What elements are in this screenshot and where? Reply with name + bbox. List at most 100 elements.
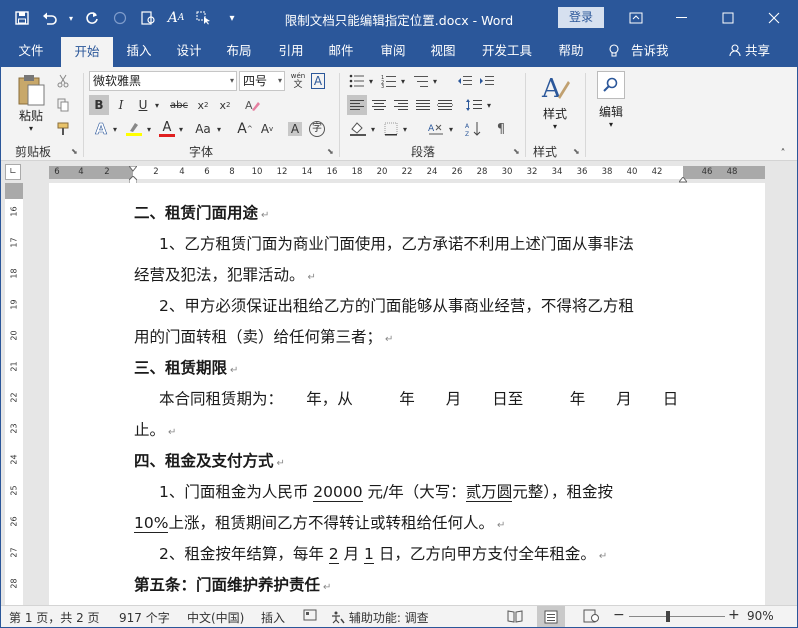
tab-review[interactable]: 审阅: [371, 35, 415, 67]
borders-dropdown-icon[interactable]: ▾: [401, 119, 409, 139]
multilevel-dropdown-icon[interactable]: ▾: [431, 71, 439, 91]
font-launcher-icon[interactable]: ⬊: [327, 147, 334, 156]
character-shading-icon[interactable]: A: [285, 119, 305, 139]
web-layout-icon[interactable]: [583, 609, 599, 626]
horizontal-ruler[interactable]: 6 4 2 2 4 6 8 10 12 14 16 18 20 22 24 26 28 30 32 34 36 38 40 4…: [49, 166, 765, 179]
line-spacing-icon[interactable]: [463, 95, 485, 115]
undo-dropdown-icon[interactable]: ▾: [67, 7, 75, 29]
line-spacing-dropdown-icon[interactable]: ▾: [485, 95, 493, 115]
styles-button[interactable]: A 样式 ▾: [533, 71, 577, 131]
print-preview-icon[interactable]: [137, 7, 159, 29]
underline-icon[interactable]: U: [133, 95, 153, 115]
undo-icon[interactable]: [39, 7, 61, 29]
read-mode-icon[interactable]: [507, 609, 523, 626]
tab-layout[interactable]: 布局: [217, 35, 261, 67]
shrink-font-icon[interactable]: Av: [257, 119, 277, 139]
shading-icon[interactable]: [347, 119, 369, 139]
editing-button[interactable]: 编辑 ▾: [591, 71, 631, 129]
page-count[interactable]: 第 1 页，共 2 页: [9, 609, 100, 626]
italic-icon[interactable]: I: [111, 95, 131, 115]
sort-icon[interactable]: AZ: [463, 119, 485, 139]
tab-mailings[interactable]: 邮件: [319, 35, 363, 67]
cut-icon[interactable]: [55, 71, 71, 91]
character-border-icon[interactable]: A: [309, 71, 327, 91]
zoom-level[interactable]: 90%: [747, 609, 774, 623]
numbering-icon[interactable]: 123: [379, 71, 399, 91]
text-effects-icon[interactable]: A: [91, 119, 111, 139]
ribbon-display-options-icon[interactable]: [613, 1, 659, 35]
zoom-in-icon[interactable]: +: [728, 607, 740, 623]
chinese-layout-dropdown-icon[interactable]: ▾: [447, 119, 455, 139]
tab-view[interactable]: 视图: [421, 35, 465, 67]
zoom-out-icon[interactable]: −: [613, 607, 625, 623]
font-color-icon[interactable]: A: [157, 119, 177, 139]
document-page[interactable]: 二、租赁门面用途 ↵ 1、乙方租赁门面为商业门面使用，乙方承诺不利用上述门面从事非…: [49, 183, 765, 605]
phonetic-guide-icon[interactable]: wén 文: [289, 71, 307, 91]
numbering-dropdown-icon[interactable]: ▾: [399, 71, 407, 91]
vertical-scrollbar[interactable]: [781, 183, 797, 605]
underline-dropdown-icon[interactable]: ▾: [153, 95, 161, 115]
tab-file[interactable]: 文件: [7, 35, 55, 67]
tab-help[interactable]: 帮助: [549, 35, 593, 67]
paragraph-launcher-icon[interactable]: ⬊: [513, 147, 520, 156]
paste-dropdown-icon[interactable]: ▾: [11, 124, 51, 133]
collapse-ribbon-icon[interactable]: ˄: [775, 143, 791, 163]
close-icon[interactable]: [751, 1, 797, 35]
font-name-combo[interactable]: 微软雅黑 ▾: [89, 71, 237, 91]
grow-font-icon[interactable]: A ^: [235, 119, 255, 139]
font-color-dropdown-icon[interactable]: ▾: [177, 119, 185, 139]
format-painter-icon[interactable]: [55, 119, 71, 139]
distributed-icon[interactable]: [435, 95, 455, 115]
zoom-slider[interactable]: [629, 616, 725, 617]
align-left-icon[interactable]: [347, 95, 367, 115]
enclose-characters-icon[interactable]: 字: [307, 119, 327, 139]
tab-insert[interactable]: 插入: [117, 35, 161, 67]
accessibility-status[interactable]: 辅助功能: 调查: [331, 609, 429, 626]
highlight-dropdown-icon[interactable]: ▾: [145, 119, 153, 139]
tab-selector[interactable]: ∟: [5, 164, 21, 180]
multilevel-list-icon[interactable]: [411, 71, 431, 91]
tab-home[interactable]: 开始: [61, 37, 113, 67]
font-size-combo[interactable]: 四号 ▾: [239, 71, 285, 91]
maximize-icon[interactable]: [705, 1, 751, 35]
share-button[interactable]: 共享: [729, 35, 770, 67]
align-right-icon[interactable]: [391, 95, 411, 115]
change-case-dropdown-icon[interactable]: ▾: [215, 119, 223, 139]
language[interactable]: 中文(中国): [187, 609, 244, 626]
justify-icon[interactable]: [413, 95, 433, 115]
increase-indent-icon[interactable]: [477, 71, 497, 91]
text-effects-dropdown-icon[interactable]: ▾: [111, 119, 119, 139]
font-format-icon[interactable]: AA: [165, 7, 187, 29]
borders-icon[interactable]: [381, 119, 401, 139]
shading-dropdown-icon[interactable]: ▾: [369, 119, 377, 139]
tab-design[interactable]: 设计: [167, 35, 211, 67]
redo-icon[interactable]: [81, 7, 103, 29]
chinese-layout-icon[interactable]: A: [425, 119, 447, 139]
strikethrough-icon[interactable]: abc: [167, 95, 191, 115]
clear-formatting-icon[interactable]: A: [241, 95, 263, 115]
login-button[interactable]: 登录: [558, 7, 604, 28]
zoom-slider-thumb[interactable]: [666, 611, 670, 622]
tell-me-search[interactable]: 告诉我: [609, 35, 669, 67]
bullets-dropdown-icon[interactable]: ▾: [367, 71, 375, 91]
word-count[interactable]: 917 个字: [119, 609, 170, 626]
clipboard-launcher-icon[interactable]: ⬊: [71, 147, 78, 156]
styles-launcher-icon[interactable]: ⬊: [573, 147, 580, 156]
decrease-indent-icon[interactable]: [455, 71, 475, 91]
align-center-icon[interactable]: [369, 95, 389, 115]
bold-icon[interactable]: B: [89, 95, 109, 115]
show-formatting-marks-icon[interactable]: ¶: [491, 119, 511, 139]
save-icon[interactable]: [11, 7, 33, 29]
tab-developer[interactable]: 开发工具: [475, 35, 539, 67]
tab-references[interactable]: 引用: [269, 35, 313, 67]
customize-qat-icon[interactable]: ▾: [221, 7, 243, 29]
minimize-icon[interactable]: [659, 1, 705, 35]
vertical-ruler[interactable]: 16 17 18 19 20 21 22 23 24 25 26 27 28: [5, 183, 23, 605]
circle-icon[interactable]: [109, 7, 131, 29]
copy-icon[interactable]: [55, 95, 71, 115]
subscript-icon[interactable]: x2: [193, 95, 213, 115]
macro-record-icon[interactable]: [303, 609, 317, 624]
superscript-icon[interactable]: x2: [215, 95, 235, 115]
insert-mode[interactable]: 插入: [261, 609, 285, 626]
bullets-icon[interactable]: [347, 71, 367, 91]
